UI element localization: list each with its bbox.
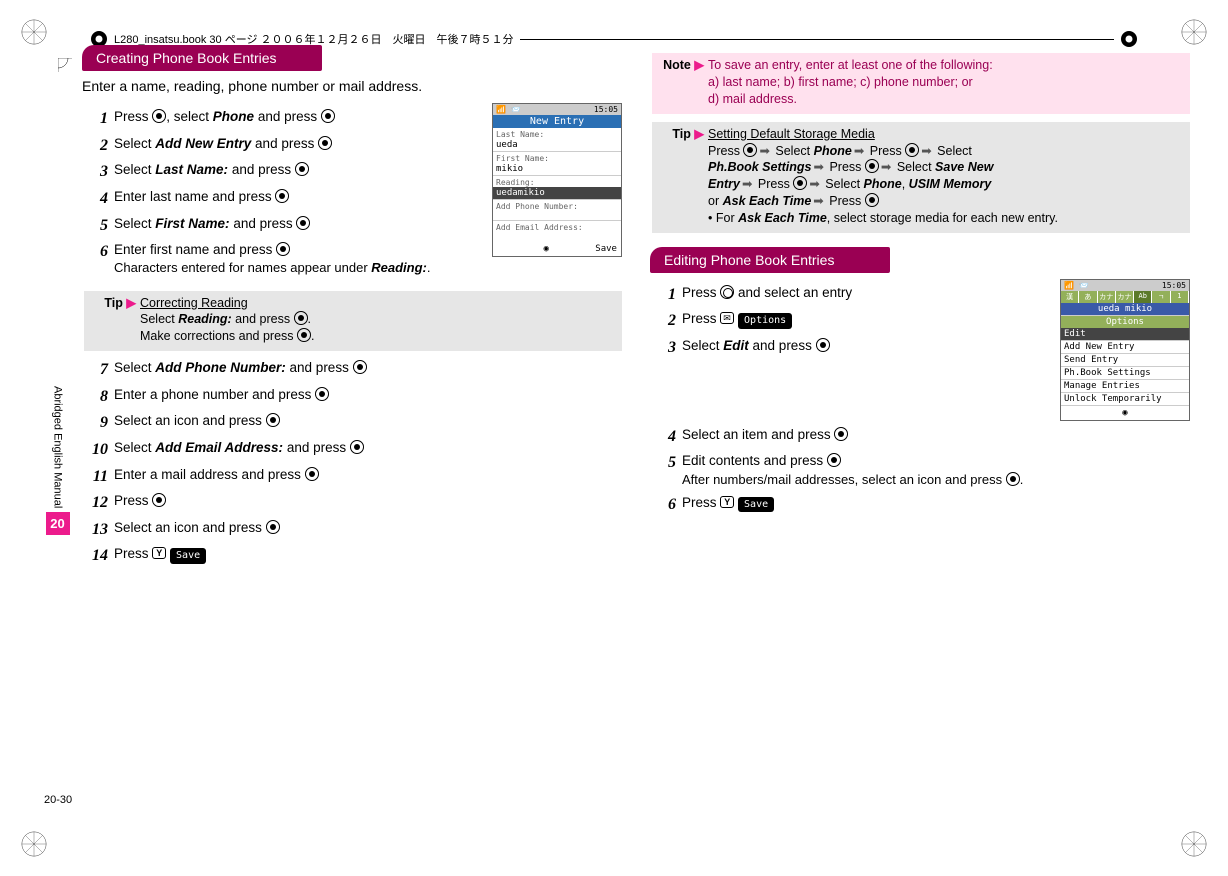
step-8: 8 Enter a phone number and press <box>88 386 622 408</box>
triangle-right-icon: ▶ <box>694 127 704 141</box>
softkey-left-icon <box>720 312 734 324</box>
save-softkey-label: Save <box>170 548 206 564</box>
step-edit-5: 5 Edit contents and press After numbers/… <box>656 452 1190 488</box>
left-column: Creating Phone Book Entries Enter a name… <box>82 45 622 836</box>
step-7: 7 Select Add Phone Number: and press <box>88 359 622 381</box>
center-key-icon <box>1006 472 1020 486</box>
step-edit-4: 4 Select an item and press <box>656 426 1190 448</box>
options-softkey-label: Options <box>738 313 792 329</box>
center-key-icon <box>743 143 757 157</box>
center-key-icon <box>834 427 848 441</box>
step-12: 12 Press <box>88 492 622 514</box>
step-1: 1 Press , select Phone and press <box>88 108 482 130</box>
section-title-creating: Creating Phone Book Entries <box>82 45 322 71</box>
center-key-icon <box>321 109 335 123</box>
center-key-icon <box>827 453 841 467</box>
center-key-icon <box>152 109 166 123</box>
chapter-number: 20 <box>46 512 70 535</box>
tip-correcting-reading: Tip ▶ Correcting Reading Select Reading:… <box>84 291 622 352</box>
save-softkey-label: Save <box>738 497 774 513</box>
triangle-right-icon: ▶ <box>694 58 704 72</box>
center-key-icon <box>318 136 332 150</box>
step-edit-2: 2 Press Options <box>656 310 1050 332</box>
note-save-requirements: Note ▶ To save an entry, enter at least … <box>652 53 1190 114</box>
step-edit-1: 1 Press and select an entry <box>656 284 1050 306</box>
phone-screenshot-options: 📶 📨15:05 漢 あ カナ カナ Ab ㄱ 1 ueda mikio Opt… <box>1060 279 1190 421</box>
side-tab: Abridged English Manual 20 <box>40 86 75 790</box>
center-key-icon <box>353 360 367 374</box>
step-4: 4 Enter last name and press <box>88 188 482 210</box>
corner-ornament-icon <box>20 18 48 46</box>
page-number: 20-30 <box>44 794 72 806</box>
center-key-icon <box>294 311 308 325</box>
step-10: 10 Select Add Email Address: and press <box>88 439 622 461</box>
center-key-icon <box>350 440 364 454</box>
tip-default-storage: Tip ▶ Setting Default Storage Media Pres… <box>652 122 1190 233</box>
center-key-icon <box>315 387 329 401</box>
center-key-icon <box>275 189 289 203</box>
center-key-icon <box>305 467 319 481</box>
phone-screenshot-new-entry: 📶 📨15:05 New Entry Last Name: ueda First… <box>492 103 622 257</box>
step-13: 13 Select an icon and press <box>88 519 622 541</box>
center-key-icon <box>296 216 310 230</box>
step-edit-3: 3 Select Edit and press <box>656 337 1050 359</box>
center-key-icon <box>816 338 830 352</box>
step-6: 6 Enter first name and press Characters … <box>88 241 482 277</box>
center-key-icon <box>152 493 166 507</box>
center-key-icon <box>297 328 311 342</box>
center-key-icon <box>865 193 879 207</box>
center-key-icon <box>295 162 309 176</box>
step-2: 2 Select Add New Entry and press <box>88 135 482 157</box>
center-key-icon <box>276 242 290 256</box>
center-key-icon <box>793 176 807 190</box>
corner-ornament-icon <box>20 830 48 858</box>
softkey-right-icon <box>152 547 166 559</box>
step-11: 11 Enter a mail address and press <box>88 466 622 488</box>
center-key-icon <box>266 520 280 534</box>
center-key-icon <box>865 159 879 173</box>
step-5: 5 Select First Name: and press <box>88 215 482 237</box>
step-number: 1 <box>88 108 108 130</box>
center-key-icon <box>266 413 280 427</box>
corner-ornament-icon <box>1180 18 1208 46</box>
step-edit-6: 6 Press Save <box>656 494 1190 516</box>
step-9: 9 Select an icon and press <box>88 412 622 434</box>
side-label: Abridged English Manual <box>52 386 64 508</box>
softkey-right-icon <box>720 496 734 508</box>
intro-text: Enter a name, reading, phone number or m… <box>82 77 622 95</box>
center-key-icon <box>905 143 919 157</box>
section-title-editing: Editing Phone Book Entries <box>650 247 890 273</box>
step-3: 3 Select Last Name: and press <box>88 161 482 183</box>
nav-key-icon <box>720 285 734 299</box>
right-column: Note ▶ To save an entry, enter at least … <box>650 45 1190 836</box>
triangle-right-icon: ▶ <box>126 296 136 310</box>
step-14: 14 Press Save <box>88 545 622 567</box>
